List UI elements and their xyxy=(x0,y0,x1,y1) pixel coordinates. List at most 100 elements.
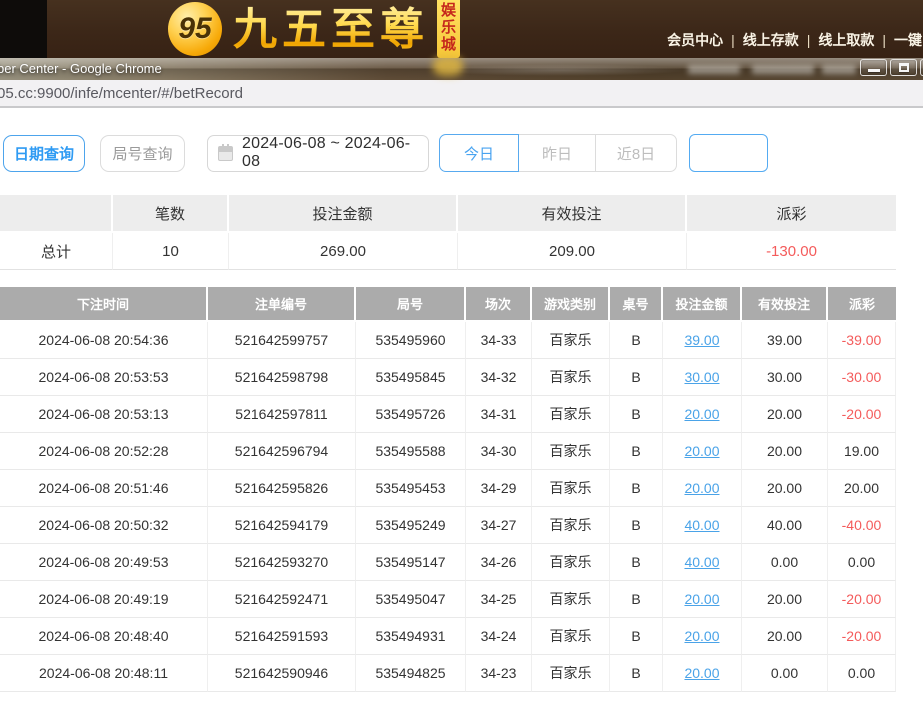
bet-amount-link[interactable]: 20.00 xyxy=(684,665,719,681)
tab-date-query[interactable]: 日期查询 xyxy=(3,135,85,172)
query-button[interactable]: 查询 xyxy=(689,134,768,172)
redacted-text xyxy=(688,65,740,74)
quick-yesterday-button[interactable]: 昨日 xyxy=(518,134,596,172)
cell-payout: -30.00 xyxy=(828,359,896,396)
date-range-value: 2024-06-08 ~ 2024-06-08 xyxy=(242,135,418,171)
cell-payout: -20.00 xyxy=(828,581,896,618)
table-row: 2024-06-08 20:53:13521642597811535495726… xyxy=(0,396,896,433)
cell-session: 34-26 xyxy=(466,544,532,581)
table-row: 2024-06-08 20:50:32521642594179535495249… xyxy=(0,507,896,544)
cell-payout: -40.00 xyxy=(828,507,896,544)
minimize-button[interactable] xyxy=(860,59,887,76)
cell-valid: 39.00 xyxy=(742,322,828,359)
cell-bet-id: 521642592471 xyxy=(208,581,356,618)
cell-round-id: 535495249 xyxy=(356,507,466,544)
cell-payout: -39.00 xyxy=(828,322,896,359)
cell-session: 34-31 xyxy=(466,396,532,433)
cell-session: 34-33 xyxy=(466,322,532,359)
cell-session: 34-30 xyxy=(466,433,532,470)
bet-amount-link[interactable]: 20.00 xyxy=(684,443,719,459)
cell-bet: 20.00 xyxy=(663,655,742,692)
bet-amount-link[interactable]: 20.00 xyxy=(684,480,719,496)
cell-bet-id: 521642598798 xyxy=(208,359,356,396)
bet-amount-link[interactable]: 39.00 xyxy=(684,332,719,348)
cell-time: 2024-06-08 20:53:13 xyxy=(0,396,208,433)
cell-time: 2024-06-08 20:48:40 xyxy=(0,618,208,655)
window-title: ber Center - Google Chrome xyxy=(0,61,162,76)
cell-game: 百家乐 xyxy=(532,581,610,618)
cell-table: B xyxy=(610,655,663,692)
cell-payout: 0.00 xyxy=(828,544,896,581)
cell-bet: 20.00 xyxy=(663,433,742,470)
table-row: 2024-06-08 20:54:36521642599757535495960… xyxy=(0,322,896,359)
background-strip xyxy=(0,0,47,58)
date-range-input[interactable]: 2024-06-08 ~ 2024-06-08 xyxy=(207,135,429,172)
cell-valid: 40.00 xyxy=(742,507,828,544)
cell-table: B xyxy=(610,581,663,618)
cell-time: 2024-06-08 20:54:36 xyxy=(0,322,208,359)
cell-table: B xyxy=(610,322,663,359)
cell-valid: 0.00 xyxy=(742,655,828,692)
cell-session: 34-25 xyxy=(466,581,532,618)
bet-amount-link[interactable]: 20.00 xyxy=(684,406,719,422)
redacted-text xyxy=(752,65,814,74)
cell-valid: 20.00 xyxy=(742,433,828,470)
cell-time: 2024-06-08 20:49:19 xyxy=(0,581,208,618)
nav-link-2[interactable]: 线上存款 xyxy=(723,30,799,50)
maximize-button[interactable] xyxy=(890,59,917,76)
cell-time: 2024-06-08 20:51:46 xyxy=(0,470,208,507)
logo-tag-banner: 娱乐城 xyxy=(437,0,460,58)
cell-bet-id: 521642590946 xyxy=(208,655,356,692)
cell-table: B xyxy=(610,618,663,655)
quick-range-group: 今日 昨日 近8日 xyxy=(439,134,677,172)
bet-amount-link[interactable]: 30.00 xyxy=(684,369,719,385)
records-column-header: 注单编号 xyxy=(208,287,356,322)
table-row: 2024-06-08 20:52:28521642596794535495588… xyxy=(0,433,896,470)
bet-amount-link[interactable]: 20.00 xyxy=(684,591,719,607)
cell-round-id: 535495047 xyxy=(356,581,466,618)
records-column-header: 桌号 xyxy=(610,287,663,322)
cell-bet-id: 521642597811 xyxy=(208,396,356,433)
table-row: 2024-06-08 20:48:11521642590946535494825… xyxy=(0,655,896,692)
tab-round-query[interactable]: 局号查询 xyxy=(100,135,185,172)
records-column-header: 游戏类别 xyxy=(532,287,610,322)
cell-round-id: 535495845 xyxy=(356,359,466,396)
summary-header-payout: 派彩 xyxy=(687,195,896,233)
bet-amount-link[interactable]: 40.00 xyxy=(684,554,719,570)
bet-amount-link[interactable]: 40.00 xyxy=(684,517,719,533)
table-row: 2024-06-08 20:48:40521642591593535494931… xyxy=(0,618,896,655)
summary-table: 笔数 投注金额 有效投注 派彩 总计 10 269.00 209.00 -130… xyxy=(0,195,896,270)
bet-record-page: 日期查询 局号查询 2024-06-08 ~ 2024-06-08 今日 昨日 … xyxy=(0,108,923,692)
query-toolbar: 日期查询 局号查询 2024-06-08 ~ 2024-06-08 今日 昨日 … xyxy=(0,134,923,172)
cell-valid: 20.00 xyxy=(742,581,828,618)
logo-95-icon: 95 xyxy=(168,2,222,56)
summary-total-label: 总计 xyxy=(0,233,113,270)
records-header-row: 下注时间注单编号局号场次游戏类别桌号投注金额有效投注派彩 xyxy=(0,287,896,322)
cell-valid: 20.00 xyxy=(742,396,828,433)
logo-tag-char: 娱 xyxy=(441,2,456,19)
bet-amount-link[interactable]: 20.00 xyxy=(684,628,719,644)
cell-valid: 20.00 xyxy=(742,618,828,655)
cell-payout: 19.00 xyxy=(828,433,896,470)
cell-bet: 20.00 xyxy=(663,618,742,655)
cell-payout: 0.00 xyxy=(828,655,896,692)
nav-link-4[interactable]: 一键 xyxy=(874,30,922,50)
cell-time: 2024-06-08 20:52:28 xyxy=(0,433,208,470)
summary-bet-amount-value: 269.00 xyxy=(229,233,458,270)
cell-bet-id: 521642596794 xyxy=(208,433,356,470)
cell-bet-id: 521642593270 xyxy=(208,544,356,581)
nav-link-3[interactable]: 线上取款 xyxy=(799,30,875,50)
cell-payout: -20.00 xyxy=(828,396,896,433)
cell-valid: 30.00 xyxy=(742,359,828,396)
summary-header-blank xyxy=(0,195,113,233)
quick-last8-button[interactable]: 近8日 xyxy=(595,134,677,172)
url-text: 05.cc:9900/infe/mcenter/#/betRecord xyxy=(0,85,243,102)
cell-game: 百家乐 xyxy=(532,359,610,396)
cell-round-id: 535495147 xyxy=(356,544,466,581)
address-bar[interactable]: 05.cc:9900/infe/mcenter/#/betRecord xyxy=(0,80,923,108)
quick-today-button[interactable]: 今日 xyxy=(439,134,519,172)
nav-link-1[interactable]: 会员中心 xyxy=(667,30,723,50)
table-row: 2024-06-08 20:49:53521642593270535495147… xyxy=(0,544,896,581)
cell-game: 百家乐 xyxy=(532,618,610,655)
records-column-header: 场次 xyxy=(466,287,532,322)
